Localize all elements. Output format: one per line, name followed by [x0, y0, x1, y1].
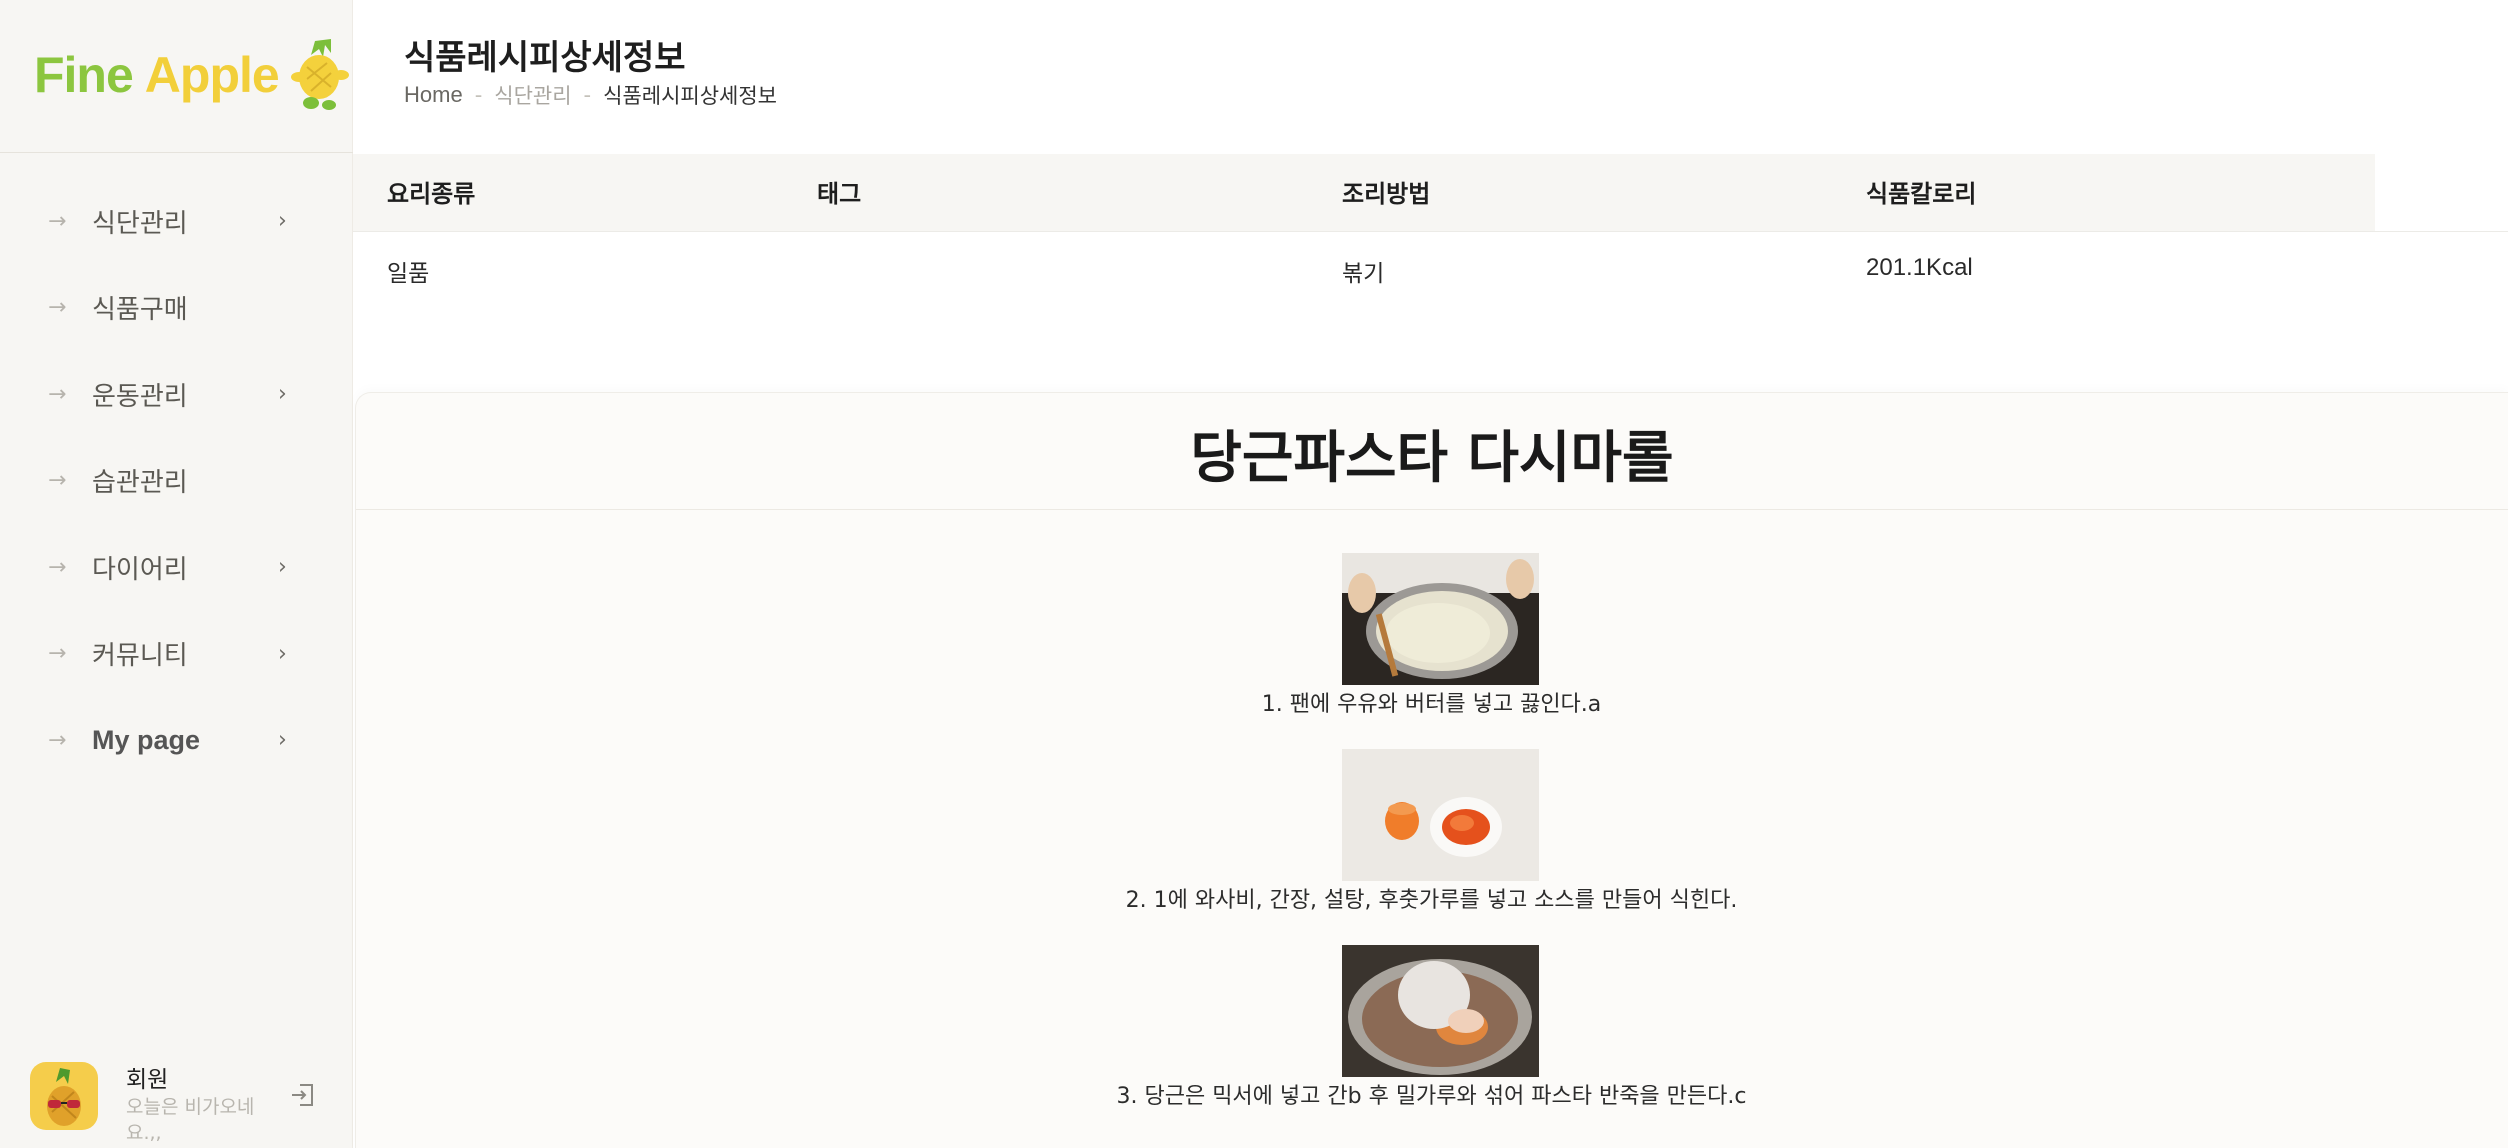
sidebar: Fine Apple → 식단관리 › → 식품구매 → 운동관리 › → 습관… — [0, 0, 353, 1148]
recipe-divider — [356, 509, 2508, 510]
step-3-text: 3. 당근은 믹서에 넣고 간b 후 밀가루와 섞어 파스타 반죽을 만든다.c — [1116, 1084, 1747, 1109]
column-header-cuisine-type: 요리종류 — [387, 180, 476, 208]
recipe-title: 당근파스타 다시마롤 — [1190, 426, 1674, 491]
breadcrumb: Home - 식단관리 - 식품레시피상세정보 — [404, 80, 777, 110]
cell-cooking-method: 볶기 — [1342, 261, 1385, 287]
sidebar-nav: → 식단관리 › → 식품구매 → 운동관리 › → 습관관리 → 다이어리 ›… — [0, 178, 353, 784]
brand-name-fine: Fine — [34, 47, 134, 103]
sidebar-item-label: 식품구매 — [92, 295, 188, 326]
arrow-right-icon: → — [48, 641, 67, 667]
chevron-right-icon: › — [278, 641, 287, 667]
step-2-image — [1342, 749, 1539, 881]
avatar[interactable] — [30, 1062, 98, 1130]
chevron-right-icon: › — [278, 554, 287, 580]
sidebar-item-label: 운동관리 — [92, 381, 188, 412]
page-title: 식품레시피상세정보 — [404, 38, 686, 78]
chevron-right-icon: › — [278, 727, 287, 753]
sidebar-item-label: 다이어리 — [92, 554, 188, 585]
chevron-right-icon: › — [278, 208, 287, 234]
dough-bowl-photo — [1342, 945, 1539, 1077]
cell-cuisine-type: 일품 — [387, 261, 430, 287]
breadcrumb-current: 식품레시피상세정보 — [603, 84, 778, 108]
step-2-text: 2. 1에 와사비, 간장, 설탕, 후춧가루를 넣고 소스를 만들어 식힌다. — [1125, 888, 1738, 913]
sidebar-divider — [0, 152, 353, 153]
arrow-right-icon: → — [48, 381, 67, 407]
sidebar-item-habit[interactable]: → 습관관리 — [0, 438, 353, 525]
arrow-right-icon: → — [48, 295, 67, 321]
breadcrumb-home[interactable]: Home — [404, 82, 463, 108]
sidebar-item-label: 커뮤니티 — [92, 641, 188, 672]
breadcrumb-separator: - — [474, 83, 483, 107]
step-1-text: 1. 팬에 우유와 버터를 넣고 끓인다.a — [1261, 692, 1602, 717]
brand-logo[interactable]: Fine Apple — [34, 30, 351, 120]
profile-name: 회원 — [126, 1067, 169, 1093]
sidebar-item-food-purchase[interactable]: → 식품구매 — [0, 265, 353, 352]
arrow-right-icon: → — [48, 468, 67, 494]
breadcrumb-separator: - — [583, 83, 592, 107]
profile-status-message: 오늘은 비가오네요.,, — [126, 1096, 255, 1144]
column-header-tag: 태그 — [817, 180, 862, 208]
column-header-cooking-method: 조리방법 — [1342, 180, 1431, 208]
user-profile: 회원 오늘은 비가오네요.,, — [30, 1058, 330, 1144]
arrow-right-icon: → — [48, 208, 67, 234]
sidebar-item-mypage[interactable]: → My page › — [0, 697, 353, 784]
carrot-sauce-photo — [1342, 749, 1539, 881]
arrow-right-icon: → — [48, 554, 67, 580]
step-3-image — [1342, 945, 1539, 1077]
chevron-right-icon: › — [278, 381, 287, 407]
pan-milk-photo — [1342, 553, 1539, 685]
arrow-right-icon: → — [48, 727, 67, 753]
breadcrumb-diet[interactable]: 식단관리 — [494, 80, 571, 110]
sidebar-item-diary[interactable]: → 다이어리 › — [0, 524, 353, 611]
sidebar-item-community[interactable]: → 커뮤니티 › — [0, 611, 353, 698]
cell-calories: 201.1Kcal — [1866, 254, 1973, 281]
sidebar-item-label: 습관관리 — [92, 468, 188, 499]
sidebar-item-diet[interactable]: → 식단관리 › — [0, 178, 353, 265]
pineapple-avatar-icon — [47, 1068, 81, 1126]
step-1-image — [1342, 553, 1539, 685]
column-header-calories: 식품칼로리 — [1866, 180, 1977, 208]
logout-icon[interactable] — [288, 1080, 318, 1110]
info-table-divider — [353, 231, 2508, 232]
sidebar-item-label: My page — [92, 724, 201, 755]
sidebar-item-label: 식단관리 — [92, 208, 188, 239]
sidebar-item-exercise[interactable]: → 운동관리 › — [0, 351, 353, 438]
brand-name-apple: Apple — [144, 47, 280, 103]
pineapple-mascot-icon — [290, 39, 349, 110]
